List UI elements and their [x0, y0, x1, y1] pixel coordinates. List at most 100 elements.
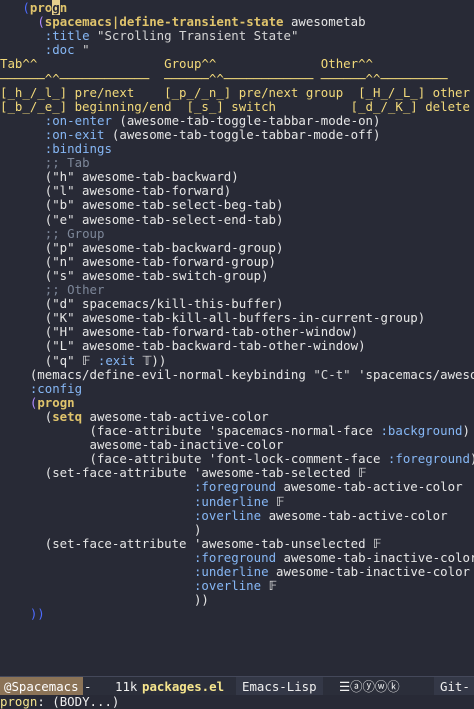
code-line[interactable]: :on-enter (awesome-tab-toggle-tabbar-mod… — [0, 112, 381, 128]
code-token: ("s" awesome-tab-switch-group) — [0, 267, 269, 283]
code-line[interactable]: ("L" awesome-tab-backward-tab-other-wind… — [0, 339, 366, 353]
code-line[interactable]: :bindings — [0, 142, 112, 156]
code-token: )) — [29, 606, 45, 622]
code-line[interactable]: ("s" awesome-tab-switch-group) — [0, 267, 269, 283]
code-line[interactable]: :underline awesome-tab-inactive-color — [0, 565, 470, 579]
code-line[interactable]: ;; Tab — [0, 156, 90, 170]
code-token: [_h_/_l_] pre/next [_p_/_n_] pre/next gr… — [0, 84, 470, 100]
code-line[interactable]: :title "Scrolling Transient State" — [0, 28, 299, 43]
code-line[interactable]: :foreground awesome-tab-active-color — [0, 480, 463, 494]
code-token: ("h" awesome-tab-backward) — [0, 169, 239, 185]
code-token: :underline — [193, 493, 269, 509]
code-line[interactable]: awesome-tab-inactive-color — [0, 438, 284, 452]
code-line[interactable]: ("h" awesome-tab-backward) — [0, 170, 239, 184]
code-token: :on-exit — [44, 126, 105, 142]
code-token: :on-enter — [44, 112, 112, 128]
code-token: awesome-tab-active-color — [276, 479, 463, 495]
code-line[interactable]: ("q" 𝔽 :exit 𝕋)) — [0, 352, 167, 368]
code-token: ( — [37, 14, 45, 30]
code-line[interactable]: ("d" spacemacs/kill-this-buffer) — [0, 297, 284, 311]
code-token: ("b" awesome-tab-select-beg-tab) — [0, 197, 284, 213]
code-line[interactable]: ("n" awesome-tab-forward-group) — [0, 253, 277, 269]
code-line[interactable]: ("l" awesome-tab-forward) — [0, 183, 232, 199]
code-line[interactable]: (spacemacs|define-transient-state awesom… — [0, 14, 365, 30]
code-token: ;; Group — [44, 225, 105, 241]
code-line[interactable]: ;; Other — [0, 282, 105, 297]
code-line[interactable]: :overline 𝔽 — [0, 579, 277, 593]
code-line[interactable]: ("e" awesome-tab-select-end-tab) — [0, 211, 284, 227]
code-line[interactable]: ("b" awesome-tab-select-beg-tab) — [0, 197, 284, 213]
code-line[interactable]: ) — [0, 521, 202, 537]
code-token: ) — [0, 521, 202, 537]
code-token: (face-attribute 'spacemacs-normal-face — [0, 423, 381, 438]
code-token: g — [52, 0, 60, 15]
code-token: awesome-tab-inactive-color — [276, 549, 474, 565]
code-line[interactable]: :overline awesome-tab-active-color — [0, 507, 448, 523]
code-line[interactable]: [_b_/_e_] beginning/end [_s_] switch [_d… — [0, 99, 470, 114]
code-line[interactable]: :on-exit (awesome-tab-toggle-tabbar-mode… — [0, 126, 381, 142]
code-token: :foreground — [193, 479, 277, 495]
code-token: Tab^^ Group^^ Other^^ — [0, 56, 373, 72]
code-token: :overline — [193, 507, 262, 523]
code-line[interactable]: [_h_/_l_] pre/next [_p_/_n_] pre/next gr… — [0, 84, 470, 100]
code-line[interactable]: (face-attribute 'spacemacs-normal-face :… — [0, 424, 470, 438]
major-mode[interactable]: Emacs-Lisp — [236, 677, 323, 696]
code-token: "C-t" — [313, 366, 351, 382]
code-token: ("n" awesome-tab-forward-group) — [0, 253, 277, 269]
code-token: (memacs/define-evil-normal-keybinding — [0, 366, 314, 382]
code-line[interactable]: Tab^^ Group^^ Other^^ — [0, 57, 373, 71]
code-token: awesome-tab-active-color — [261, 507, 448, 523]
code-line[interactable]: ──────^^──────────── ──────^^───────────… — [0, 71, 448, 86]
code-token: ("e" awesome-tab-select-end-tab) — [0, 211, 284, 227]
code-token: ("l" awesome-tab-forward) — [0, 183, 232, 199]
code-line[interactable]: (set-face-attribute 'awesome-tab-unselec… — [0, 536, 382, 551]
code-line[interactable]: ("K" awesome-tab-kill-all-buffers-in-cur… — [0, 311, 425, 325]
buffer-name[interactable]: packages.el — [142, 677, 224, 696]
code-line[interactable]: (memacs/define-evil-normal-keybinding "C… — [0, 366, 474, 382]
code-line[interactable]: (progn — [0, 0, 68, 15]
code-line[interactable]: (progn — [0, 395, 75, 410]
code-line[interactable]: ;; Group — [0, 225, 105, 241]
code-token: :foreground — [387, 451, 470, 467]
code-token: ("q" 𝔽 — [0, 352, 98, 368]
code-line[interactable]: :foreground awesome-tab-inactive-color — [0, 549, 474, 565]
code-line[interactable]: (set-face-attribute 'awesome-tab-selecte… — [0, 466, 367, 480]
code-line[interactable]: :underline 𝔽 — [0, 493, 284, 509]
code-token: :overline — [193, 578, 262, 594]
code-token: :config — [29, 380, 83, 396]
code-line[interactable]: :config — [0, 380, 83, 396]
code-token: " — [82, 42, 90, 58]
code-token: ;; Tab — [44, 155, 90, 171]
code-token: awesome-tab-active-color — [82, 408, 269, 424]
code-token: )) — [470, 451, 474, 466]
code-token: n — [59, 0, 68, 15]
code-line[interactable]: )) — [0, 593, 209, 607]
code-token: pro — [29, 0, 53, 15]
vcs-branch[interactable]: Git- — [434, 677, 474, 696]
code-line[interactable]: :doc " — [0, 43, 90, 57]
code-line[interactable]: ("p" awesome-tab-backward-group) — [0, 240, 284, 255]
minibuffer-echo-area: progn: (BODY...) — [0, 695, 474, 709]
code-line[interactable]: (face-attribute 'font-lock-comment-face … — [0, 452, 474, 466]
code-line[interactable]: ("H" awesome-tab-forward-tab-other-windo… — [0, 325, 358, 339]
code-line[interactable]: )) — [0, 607, 45, 621]
code-token: :bindings — [44, 141, 112, 156]
code-line[interactable]: (setq awesome-tab-active-color — [0, 408, 269, 424]
code-editor[interactable]: (progn (spacemacs|define-transient-state… — [0, 0, 474, 676]
code-token: ("L" awesome-tab-backward-tab-other-wind… — [0, 338, 366, 354]
